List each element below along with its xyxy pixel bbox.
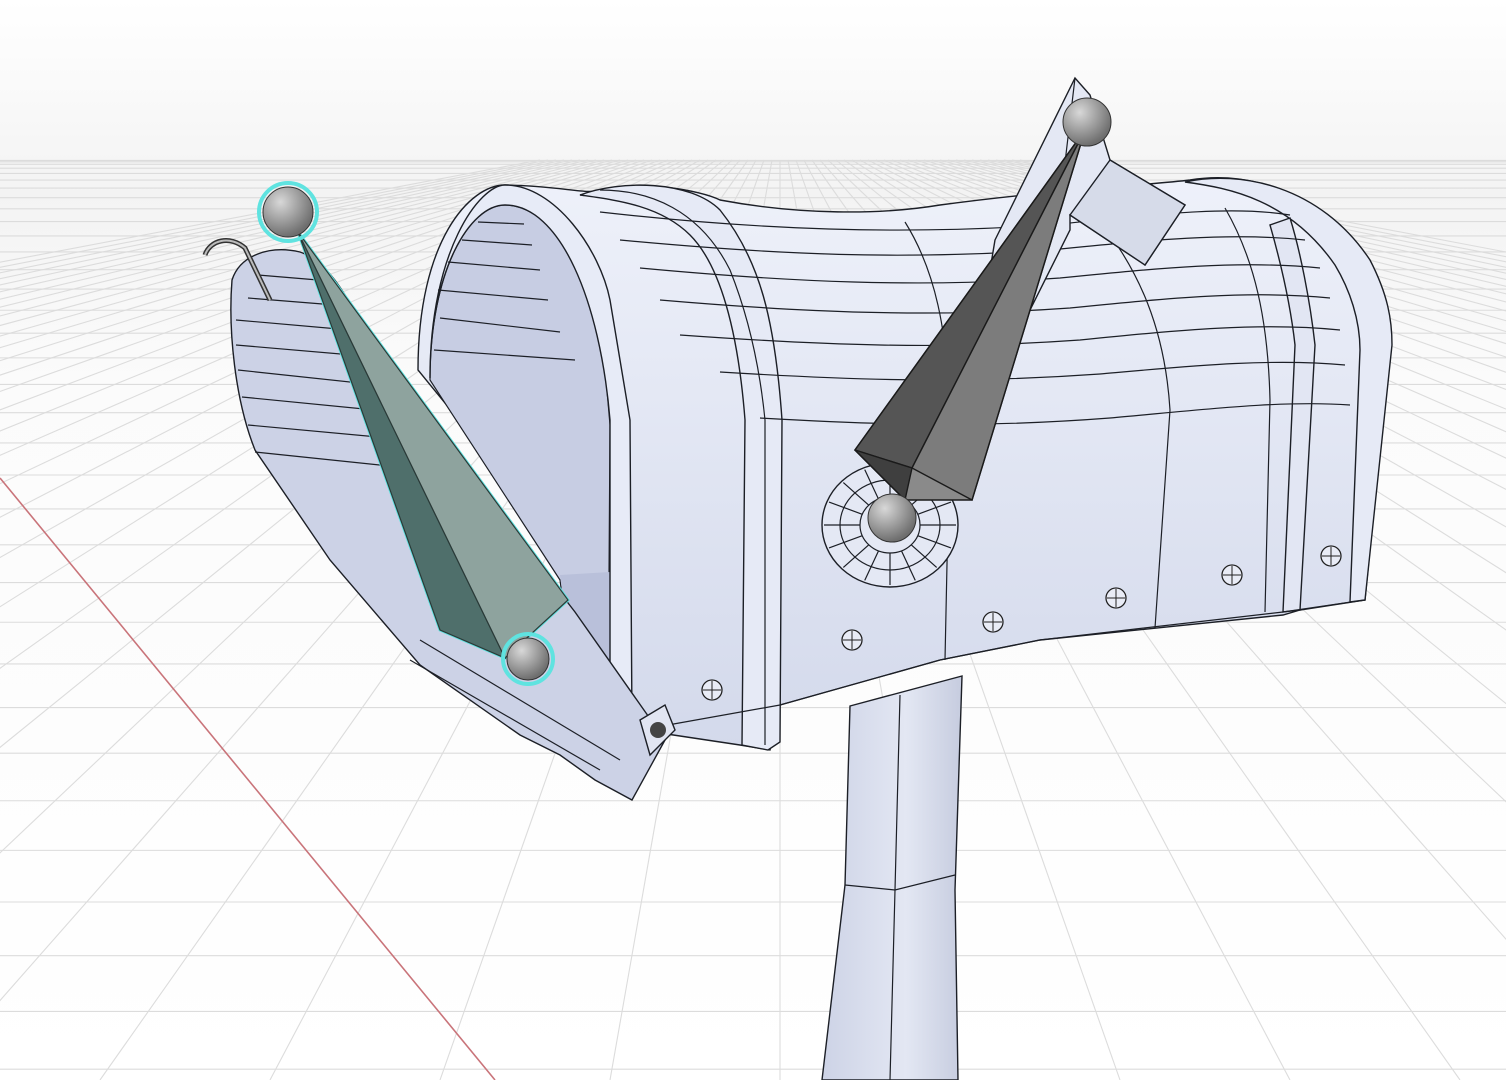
bone-head-joint[interactable] bbox=[262, 186, 314, 238]
bone-head-joint[interactable] bbox=[1062, 97, 1112, 147]
bone-tail-joint[interactable] bbox=[867, 493, 917, 543]
bone-tail-joint[interactable] bbox=[506, 637, 550, 681]
3d-viewport[interactable] bbox=[0, 0, 1506, 1080]
viewport-canvas[interactable] bbox=[0, 0, 1506, 1080]
